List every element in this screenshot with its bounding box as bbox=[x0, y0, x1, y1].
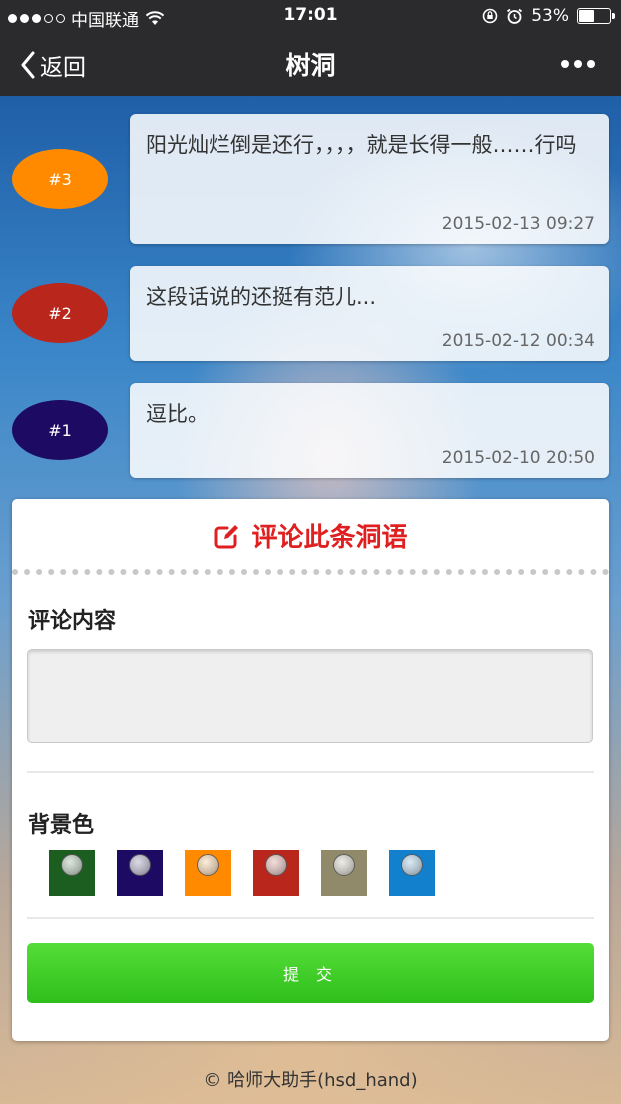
radio-icon bbox=[401, 854, 423, 876]
floor-badge: #3 bbox=[12, 149, 108, 209]
message-time: 2015-02-12 00:34 bbox=[441, 331, 595, 351]
radio-icon bbox=[333, 854, 355, 876]
message-time: 2015-02-13 09:27 bbox=[441, 214, 595, 234]
color-option-red[interactable] bbox=[253, 850, 299, 896]
more-menu-button[interactable] bbox=[561, 60, 595, 68]
divider bbox=[27, 917, 594, 919]
message-bubble: 阳光灿烂倒是还行，，，，就是长得一般……行吗 2015-02-13 09:27 bbox=[130, 114, 609, 244]
divider bbox=[27, 771, 594, 773]
submit-button[interactable]: 提 交 bbox=[27, 943, 594, 1003]
color-option-green[interactable] bbox=[49, 850, 95, 896]
message-text: 这段话说的还挺有范儿... bbox=[146, 285, 377, 309]
orientation-lock-icon bbox=[482, 8, 498, 24]
color-option-khaki[interactable] bbox=[321, 850, 367, 896]
more-dot-icon bbox=[574, 60, 582, 68]
battery-icon bbox=[577, 8, 615, 24]
color-option-navy[interactable] bbox=[117, 850, 163, 896]
floor-badge: #1 bbox=[12, 400, 108, 460]
more-dot-icon bbox=[587, 60, 595, 68]
comment-heading: 评论此条洞语 bbox=[12, 517, 609, 554]
color-picker bbox=[49, 850, 435, 896]
alarm-icon bbox=[507, 8, 523, 24]
background-color-label: 背景色 bbox=[28, 813, 95, 838]
radio-icon bbox=[129, 854, 151, 876]
message-bubble: 逗比。 2015-02-10 20:50 bbox=[130, 383, 609, 478]
battery-percent: 53% bbox=[531, 6, 569, 26]
radio-icon bbox=[61, 854, 83, 876]
dotted-divider bbox=[12, 569, 609, 575]
page-title: 树洞 bbox=[285, 51, 336, 80]
radio-icon bbox=[265, 854, 287, 876]
floor-badge: #2 bbox=[12, 283, 108, 343]
radio-icon bbox=[197, 854, 219, 876]
color-option-orange[interactable] bbox=[185, 850, 231, 896]
message-text: 阳光灿烂倒是还行，，，，就是长得一般……行吗 bbox=[146, 133, 577, 157]
navigation-bar: 返回 树洞 bbox=[0, 32, 621, 96]
edit-icon bbox=[214, 524, 239, 548]
color-option-blue[interactable] bbox=[389, 850, 435, 896]
comment-form: 评论此条洞语 评论内容 背景色 提 交 bbox=[12, 499, 609, 1041]
more-dot-icon bbox=[561, 60, 569, 68]
comment-input[interactable] bbox=[27, 649, 593, 743]
status-bar: 中国联通 17:01 53% bbox=[0, 0, 621, 32]
footer-copyright: © 哈师大助手(hsd_hand) bbox=[203, 1070, 418, 1091]
comment-heading-text: 评论此条洞语 bbox=[251, 523, 408, 553]
content-label: 评论内容 bbox=[28, 609, 117, 634]
message-time: 2015-02-10 20:50 bbox=[441, 448, 595, 468]
message-text: 逗比。 bbox=[146, 402, 209, 426]
message-bubble: 这段话说的还挺有范儿... 2015-02-12 00:34 bbox=[130, 266, 609, 361]
